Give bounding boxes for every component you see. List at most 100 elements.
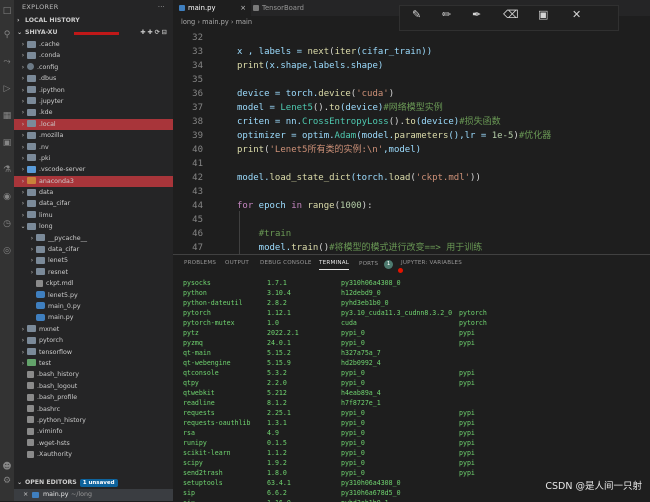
tab-terminal[interactable]: TERMINAL (319, 260, 350, 270)
search-icon[interactable]: ⚲ (2, 30, 12, 40)
terminal-line: scikit-learn 1.1.2 pypi_0 pypi (183, 448, 643, 458)
tree-item[interactable]: › data_cifar (14, 244, 173, 255)
tree-item[interactable]: › .dbus (14, 73, 173, 84)
close-icon[interactable]: × (23, 489, 28, 501)
code-token: device = torch. (237, 89, 319, 99)
extensions-icon[interactable]: ▦ (2, 111, 12, 121)
tree-item[interactable]: › anaconda3 (14, 175, 173, 188)
tab-main-py[interactable]: main.py × (173, 0, 251, 16)
tree-item-label: ckpt.mdl (46, 280, 74, 288)
tree-item[interactable]: .bash_logout (14, 381, 173, 392)
tree-item[interactable]: › .config (14, 62, 173, 73)
close-icon[interactable]: × (240, 0, 246, 16)
tree-item[interactable]: ⌄ long (14, 221, 173, 232)
tree-item[interactable]: › .mozilla (14, 130, 173, 141)
docker-icon[interactable]: ◉ (2, 192, 12, 202)
save-icon[interactable]: ▣ (538, 8, 548, 21)
tree-item[interactable]: › resnet (14, 267, 173, 278)
package-build: py310h6a678d5_0 (341, 489, 401, 497)
tree-item[interactable]: .bash_profile (14, 392, 173, 403)
package-version: 1.1.2 (267, 449, 287, 457)
open-editor-name: main.py (43, 491, 69, 498)
tree-item[interactable]: .bash_history (14, 369, 173, 380)
tree-item[interactable]: main_0.py (14, 301, 173, 312)
breadcrumb-symbol[interactable]: main (236, 18, 252, 26)
tab-output[interactable]: OUTPUT (225, 260, 249, 266)
package-build: pypi_0 (341, 459, 365, 467)
code-editor[interactable]: 32 33 x , labels = next(iter(cifar_train))… (173, 28, 650, 254)
tree-item[interactable]: › lenet5 (14, 255, 173, 266)
explorer-icon[interactable]: □ (2, 6, 12, 16)
line-number: 47 (192, 243, 203, 253)
open-editor-item[interactable]: × main.py ~/long (14, 489, 173, 501)
remote-explorer-icon[interactable]: ▣ (2, 138, 12, 148)
tree-item[interactable]: › mxnet (14, 324, 173, 335)
open-editors-section[interactable]: ⌄ OPEN EDITORS 1 unsaved (14, 477, 173, 489)
tree-item[interactable]: .python_history (14, 415, 173, 426)
history-icon[interactable]: ◷ (2, 219, 12, 229)
tree-item[interactable]: › .ipython (14, 85, 173, 96)
tree-item[interactable]: › tensorflow (14, 347, 173, 358)
eraser-icon[interactable]: ⌫ (503, 8, 519, 21)
terminal-output[interactable]: pysocks 1.7.1 py310h06a4308_0 python 3.10.4 h… (183, 278, 643, 502)
tab-jupyter-variables[interactable]: JUPYTER: VARIABLES (401, 260, 462, 266)
package-build: pypi_0 (341, 379, 365, 387)
close-icon[interactable]: ✕ (572, 8, 581, 21)
tree-item[interactable]: › test (14, 358, 173, 369)
tree-item[interactable]: › .jupyter (14, 96, 173, 107)
workspace-section[interactable]: ⌄ SHIYA-XU ✚✚⟳⊟ (14, 27, 173, 39)
source-control-icon[interactable]: ⤳ (2, 57, 12, 67)
testing-icon[interactable]: ⚗ (2, 165, 12, 175)
tree-item-label: data_cifar (39, 200, 71, 208)
local-history-section[interactable]: › LOCAL HISTORY (14, 15, 173, 27)
tree-item[interactable]: › .local (14, 118, 173, 131)
code-token: model. (237, 243, 292, 253)
code-line: 46 #train (173, 227, 650, 241)
package-version: 4.9 (267, 429, 279, 437)
tree-item[interactable]: › .vscode-server (14, 164, 173, 175)
jupyter-icon[interactable]: ◎ (2, 246, 12, 256)
code-line: 34 print(x.shape,labels.shape) (173, 59, 650, 73)
tree-item[interactable]: › data (14, 187, 173, 198)
run-debug-icon[interactable]: ▷ (2, 84, 12, 94)
more-actions-icon[interactable]: ··· (158, 0, 165, 15)
tab-debug-console[interactable]: DEBUG CONSOLE (260, 260, 312, 266)
tree-item-label: .cache (39, 41, 60, 48)
editor-area: main.py × TensorBoard long › main.py › m… (173, 0, 650, 502)
code-token: model = (237, 103, 281, 113)
pen-icon[interactable]: ✎ (412, 8, 421, 21)
tree-item[interactable]: › .pki (14, 153, 173, 164)
tree-item[interactable]: › pytorch (14, 335, 173, 346)
account-icon[interactable]: ☻ (2, 462, 12, 472)
tree-item[interactable]: lenet5.py (14, 290, 173, 301)
tree-item[interactable]: ckpt.mdl (14, 278, 173, 289)
marker-icon[interactable]: ✏ (442, 8, 451, 21)
package-build: pypi_0 (341, 439, 365, 447)
tree-item[interactable]: › .cache (14, 39, 173, 50)
tab-problems[interactable]: PROBLEMS (184, 260, 216, 266)
breadcrumb-folder[interactable]: long (181, 18, 195, 26)
chevron-right-icon: › (21, 211, 25, 219)
tree-item[interactable]: › data_cifar (14, 198, 173, 209)
file-icon (27, 450, 34, 458)
package-name: pyzmq (183, 339, 203, 347)
code-token: 'cuda' (356, 89, 389, 99)
breadcrumb-file[interactable]: main.py (202, 18, 229, 26)
tree-item[interactable]: › .conda (14, 50, 173, 61)
tree-item[interactable]: › .kde (14, 107, 173, 118)
tree-item[interactable]: › __pycache__ (14, 233, 173, 244)
line-number: 34 (192, 61, 203, 71)
tree-item[interactable]: .Xauthority (14, 449, 173, 460)
highlighter-icon[interactable]: ✒ (472, 8, 481, 21)
settings-gear-icon[interactable]: ⚙ (2, 476, 12, 486)
tree-item[interactable]: .bashrc (14, 404, 173, 415)
tab-tensorboard[interactable]: TensorBoard (247, 0, 323, 16)
tree-item[interactable]: › limu (14, 210, 173, 221)
tree-item[interactable]: main.py (14, 312, 173, 323)
tree-item[interactable]: .viminfo (14, 426, 173, 437)
tree-item[interactable]: .wget-hsts (14, 438, 173, 449)
explorer-toolbar-icons[interactable]: ✚✚⟳⊟ (140, 27, 169, 39)
tree-item[interactable]: › .nv (14, 142, 173, 153)
line-number: 33 (192, 47, 203, 57)
tab-ports[interactable]: PORTS 1 (359, 260, 394, 269)
